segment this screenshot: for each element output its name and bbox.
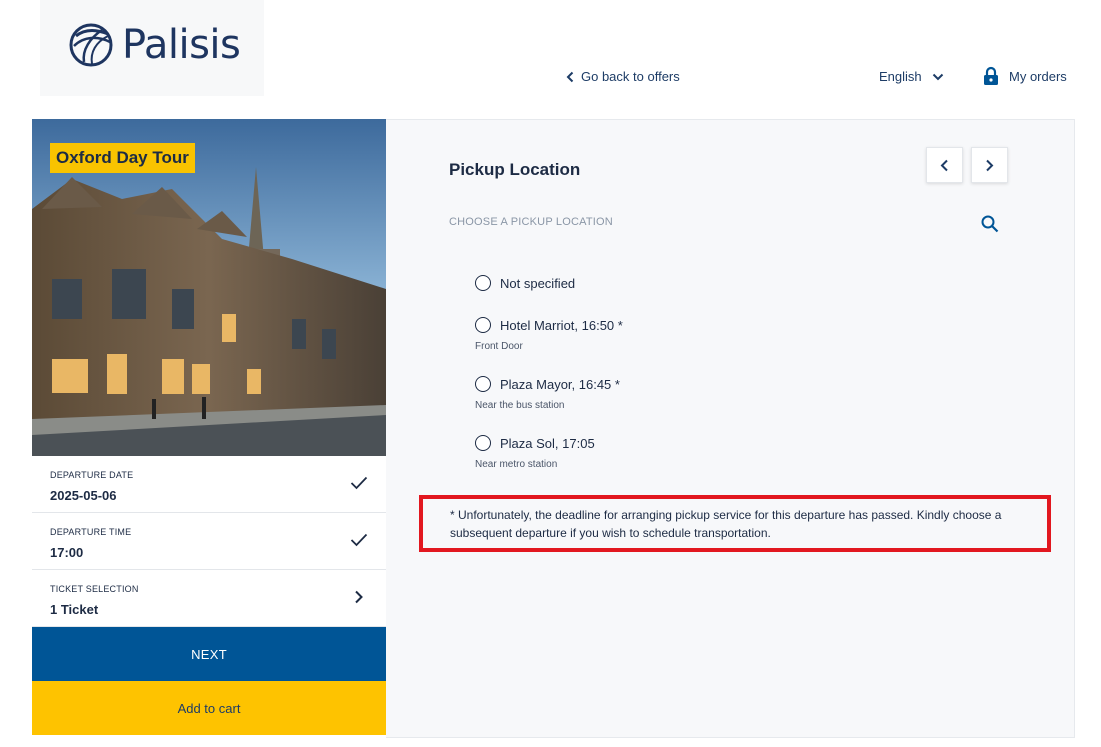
chevron-right-icon: [986, 159, 994, 171]
back-link-label: Go back to offers: [581, 69, 680, 84]
booking-summary: Oxford Day Tour DEPARTURE DATE 2025-05-0…: [32, 119, 386, 735]
tour-hero-image: Oxford Day Tour: [32, 119, 386, 456]
chevron-left-icon: [566, 71, 574, 82]
radio-button[interactable]: [475, 435, 491, 451]
ticket-selection-value: 1 Ticket: [50, 602, 99, 617]
pickup-option-sublabel: Front Door: [475, 341, 523, 352]
my-orders-link[interactable]: My orders: [983, 66, 1067, 86]
departure-time-label: DEPARTURE TIME: [50, 527, 132, 537]
pickup-deadline-notice: * Unfortunately, the deadline for arrang…: [419, 495, 1051, 552]
pickup-option-radio-row[interactable]: Plaza Mayor, 16:45 *: [475, 376, 620, 392]
ticket-selection-label: TICKET SELECTION: [50, 584, 139, 594]
language-label: English: [879, 69, 922, 84]
language-selector[interactable]: English: [879, 69, 944, 84]
previous-button[interactable]: [926, 147, 963, 183]
chevron-left-icon: [940, 159, 948, 171]
back-to-offers-link[interactable]: Go back to offers: [566, 69, 680, 84]
pickup-option-sublabel: Near metro station: [475, 459, 558, 470]
my-orders-label: My orders: [1009, 68, 1067, 84]
chevron-right-icon: [355, 590, 363, 604]
pickup-option-radio-row[interactable]: Plaza Sol, 17:05: [475, 435, 595, 451]
search-icon[interactable]: [981, 215, 999, 233]
tour-title: Oxford Day Tour: [50, 143, 195, 173]
pickup-option-radio-row[interactable]: Not specified: [475, 275, 575, 291]
departure-time-row[interactable]: DEPARTURE TIME 17:00: [32, 513, 386, 570]
radio-button[interactable]: [475, 376, 491, 392]
next-button[interactable]: NEXT: [32, 627, 386, 681]
pickup-option-plaza-mayor: Plaza Mayor, 16:45 * Near the bus statio…: [475, 376, 620, 411]
pickup-option-label: Not specified: [500, 275, 576, 291]
check-icon: [350, 476, 368, 490]
pickup-option-radio-row[interactable]: Hotel Marriot, 16:50 *: [475, 317, 623, 333]
lock-icon: [984, 66, 998, 85]
ticket-selection-row[interactable]: TICKET SELECTION 1 Ticket: [32, 570, 386, 627]
pickup-option-plaza-sol: Plaza Sol, 17:05 Near metro station: [475, 435, 595, 470]
departure-date-value: 2025-05-06: [50, 488, 117, 503]
pickup-option-sublabel: Near the bus station: [475, 400, 565, 411]
departure-date-row[interactable]: DEPARTURE DATE 2025-05-06: [32, 456, 386, 513]
page: Palisis Go back to offers English My ord…: [0, 0, 1101, 747]
pickup-option-label: Plaza Sol, 17:05: [500, 435, 595, 451]
pickup-option-not-specified: Not specified: [475, 275, 575, 291]
brand-name: Palisis: [122, 22, 241, 68]
pickup-option-hotel-marriot: Hotel Marriot, 16:50 * Front Door: [475, 317, 623, 352]
choose-pickup-label: CHOOSE A PICKUP LOCATION: [449, 216, 613, 228]
pickup-option-label: Plaza Mayor, 16:45 *: [500, 376, 620, 392]
pickup-panel: Pickup Location CHOOSE A PICKUP LOCATION…: [386, 119, 1075, 738]
departure-date-label: DEPARTURE DATE: [50, 470, 134, 480]
pickup-option-label: Hotel Marriot, 16:50 *: [500, 317, 623, 333]
departure-time-value: 17:00: [50, 545, 84, 560]
chevron-down-icon: [932, 73, 943, 80]
check-icon: [350, 533, 368, 547]
radio-button[interactable]: [475, 275, 491, 291]
pickup-title: Pickup Location: [449, 160, 581, 179]
add-to-cart-button[interactable]: Add to cart: [32, 681, 386, 735]
radio-button[interactable]: [475, 317, 491, 333]
next-arrow-button[interactable]: [971, 147, 1008, 183]
globe-logo-icon: [69, 23, 113, 67]
brand-logo[interactable]: Palisis: [40, 0, 264, 96]
